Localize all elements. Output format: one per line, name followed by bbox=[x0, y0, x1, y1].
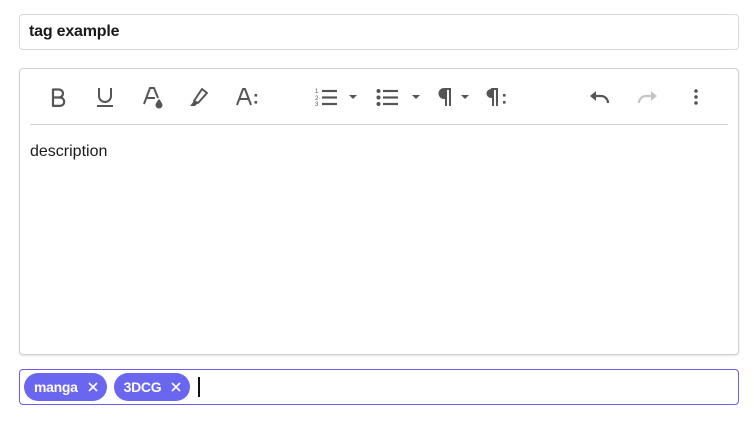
tag-label: manga bbox=[34, 379, 78, 395]
chevron-down-icon bbox=[412, 95, 420, 99]
redo-icon bbox=[637, 91, 657, 104]
chevron-down-icon bbox=[461, 95, 469, 99]
editor-content[interactable]: description bbox=[30, 143, 728, 344]
text-cursor bbox=[198, 377, 201, 397]
font-color-button[interactable] bbox=[141, 83, 165, 111]
tags-field[interactable]: manga 3DCG bbox=[19, 369, 739, 405]
paragraph-settings-icon bbox=[486, 88, 506, 106]
svg-text:3: 3 bbox=[315, 102, 319, 107]
bold-icon bbox=[51, 88, 66, 107]
redo-button[interactable] bbox=[635, 83, 659, 111]
paragraph-button[interactable] bbox=[437, 83, 455, 111]
paragraph-icon bbox=[438, 88, 451, 106]
remove-tag-button[interactable] bbox=[171, 382, 181, 392]
highlighter-icon bbox=[190, 88, 208, 106]
chevron-down-icon bbox=[349, 95, 357, 99]
bold-button[interactable] bbox=[47, 83, 69, 111]
font-size-icon bbox=[236, 88, 258, 106]
more-vertical-icon bbox=[694, 89, 698, 105]
font-color-icon bbox=[143, 87, 163, 109]
paragraph-dropdown[interactable] bbox=[459, 83, 471, 111]
more-options-button[interactable] bbox=[690, 83, 702, 111]
bullet-list-icon bbox=[376, 89, 398, 106]
undo-button[interactable] bbox=[588, 83, 612, 111]
tag-chip: 3DCG bbox=[113, 373, 191, 401]
ordered-list-dropdown[interactable] bbox=[347, 83, 359, 111]
highlight-button[interactable] bbox=[186, 83, 210, 111]
close-icon bbox=[88, 382, 98, 392]
svg-text:1: 1 bbox=[315, 89, 319, 95]
ordered-list-button[interactable]: 1 2 3 bbox=[315, 83, 339, 111]
title-input[interactable] bbox=[29, 23, 729, 41]
undo-icon bbox=[590, 91, 610, 104]
title-field[interactable] bbox=[19, 14, 739, 50]
remove-tag-button[interactable] bbox=[88, 382, 98, 392]
tag-input[interactable] bbox=[207, 374, 734, 400]
font-size-button[interactable] bbox=[234, 83, 260, 111]
tag-chip: manga bbox=[24, 373, 107, 401]
editor-toolbar: 1 2 3 bbox=[30, 69, 728, 125]
rich-text-editor: 1 2 3 description bbox=[19, 68, 739, 355]
ordered-list-icon: 1 2 3 bbox=[315, 89, 337, 107]
close-icon bbox=[171, 382, 181, 392]
tag-label: 3DCG bbox=[123, 379, 162, 395]
paragraph-settings-button[interactable] bbox=[485, 83, 509, 111]
bullet-list-button[interactable] bbox=[376, 83, 400, 111]
underline-icon bbox=[97, 88, 113, 107]
underline-button[interactable] bbox=[93, 83, 117, 111]
bullet-list-dropdown[interactable] bbox=[410, 83, 422, 111]
